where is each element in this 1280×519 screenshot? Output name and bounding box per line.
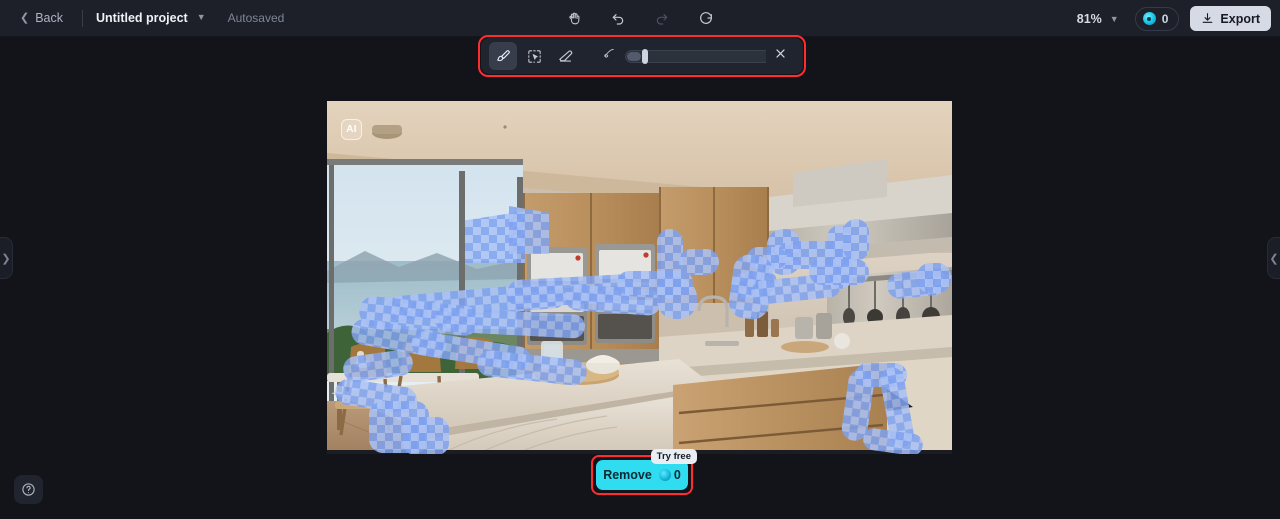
chevron-left-icon: ❮ [1269, 252, 1279, 265]
kitchen-scene: AI [327, 101, 952, 454]
project-name[interactable]: Untitled project [96, 11, 188, 25]
try-free-badge[interactable]: Try free [650, 449, 697, 464]
remove-button[interactable]: Remove 0 Try free [596, 449, 697, 490]
brush-toolbar [481, 38, 803, 74]
autosave-status: Autosaved [227, 11, 285, 25]
ai-badge: AI [341, 119, 362, 140]
brush-icon[interactable] [489, 42, 517, 70]
credit-coin-icon [1142, 12, 1156, 25]
close-icon [775, 48, 785, 58]
back-button[interactable]: ❮ Back [14, 7, 69, 29]
download-icon [1203, 13, 1213, 23]
credit-coin-icon [658, 469, 671, 481]
zoom-selector[interactable]: 81% ▼ [1071, 8, 1125, 30]
redo-icon[interactable] [649, 5, 675, 31]
slider-handle[interactable] [642, 48, 648, 64]
chevron-down-icon[interactable]: ▼ [197, 12, 206, 22]
header-divider [82, 9, 84, 27]
export-button-label: Export [1220, 11, 1260, 26]
close-toolbar-button[interactable] [766, 39, 794, 67]
editor-canvas-image[interactable]: AI [327, 101, 952, 454]
object-select-icon[interactable] [520, 42, 548, 70]
top-header-bar: ❮ Back Untitled project ▼ Autosaved 81% … [0, 0, 1280, 37]
chevron-left-icon: ❮ [20, 11, 30, 24]
remove-cost: 0 [658, 468, 681, 482]
credits-badge[interactable]: 0 [1134, 6, 1180, 31]
export-button[interactable]: Export [1190, 6, 1271, 31]
slider-fill [627, 51, 641, 61]
remove-cost-value: 0 [673, 468, 681, 482]
header-tools-group [561, 5, 719, 31]
chevron-down-icon: ▼ [1109, 13, 1119, 24]
hand-tool-icon[interactable] [561, 5, 587, 31]
remove-button-label: Remove [603, 468, 652, 482]
header-right-group: 81% ▼ 0 Export [1071, 0, 1271, 37]
left-panel-handle[interactable]: ❯ [0, 237, 13, 279]
header-left-group: ❮ Back Untitled project ▼ Autosaved [0, 7, 284, 29]
brush-size-small-icon[interactable] [602, 46, 617, 66]
back-button-label: Back [35, 11, 64, 25]
credits-count: 0 [1161, 11, 1169, 26]
zoom-level-value: 81% [1076, 11, 1102, 26]
right-panel-handle[interactable]: ❮ [1267, 237, 1280, 279]
undo-icon[interactable] [605, 5, 631, 31]
chevron-right-icon: ❯ [1, 252, 11, 265]
help-circle-icon [22, 483, 35, 496]
reset-icon[interactable] [693, 5, 719, 31]
remove-button-highlight: Remove 0 Try free [591, 449, 697, 495]
app-root: ❮ Back Untitled project ▼ Autosaved 81% … [0, 0, 1280, 519]
eraser-icon[interactable] [551, 42, 579, 70]
help-button[interactable] [14, 475, 43, 504]
brush-size-slider[interactable] [625, 48, 772, 64]
brush-toolbar-highlight [478, 35, 806, 77]
